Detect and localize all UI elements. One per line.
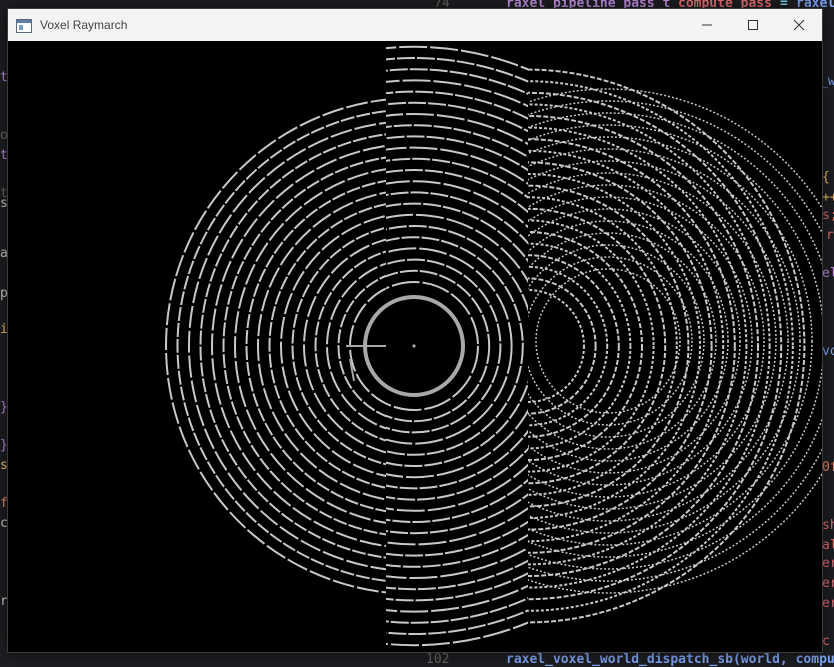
voxel-render xyxy=(165,45,822,647)
voxel-ring-arc xyxy=(528,112,822,570)
voxel-ring-arc xyxy=(528,80,794,612)
code-fragment: s; xyxy=(822,208,834,223)
minimize-button[interactable] xyxy=(684,9,730,41)
code-fragment: sh xyxy=(822,518,834,533)
voxel-ring-arc xyxy=(528,242,632,450)
voxel-ring-arc xyxy=(528,68,806,624)
code-fragment: er xyxy=(822,596,834,611)
center-point xyxy=(412,344,416,348)
code-fragment: r xyxy=(826,228,834,243)
code-call: raxel_voxel_world_dispatch_sb(world, com… xyxy=(506,652,834,667)
raymarch-viewport[interactable] xyxy=(8,41,822,652)
close-icon xyxy=(793,19,805,31)
minimize-icon xyxy=(702,24,712,26)
code-fragment: al xyxy=(822,538,834,553)
line-number: 102 xyxy=(426,652,450,667)
maximize-button[interactable] xyxy=(730,9,776,41)
app-window-icon xyxy=(16,18,32,33)
title-bar[interactable]: Voxel Raymarch xyxy=(8,9,822,41)
window-title: Voxel Raymarch xyxy=(40,18,128,32)
code-fragment: { xyxy=(822,170,830,185)
code-fragment: el xyxy=(822,266,834,281)
code-fragment: er xyxy=(822,576,834,591)
voxel-ring-arc xyxy=(528,184,690,508)
code-fragment: er xyxy=(822,556,834,571)
app-window[interactable]: Voxel Raymarch xyxy=(7,8,823,653)
code-fragment: c xyxy=(822,634,830,649)
voxel-ring-arc xyxy=(528,219,655,473)
maximize-icon xyxy=(748,20,758,30)
voxel-rings-right xyxy=(528,68,822,624)
code-fragment: vo xyxy=(822,344,834,359)
code-fragment: ++ xyxy=(822,190,834,205)
code-fragment: 0f xyxy=(822,460,834,475)
close-button[interactable] xyxy=(776,9,822,41)
